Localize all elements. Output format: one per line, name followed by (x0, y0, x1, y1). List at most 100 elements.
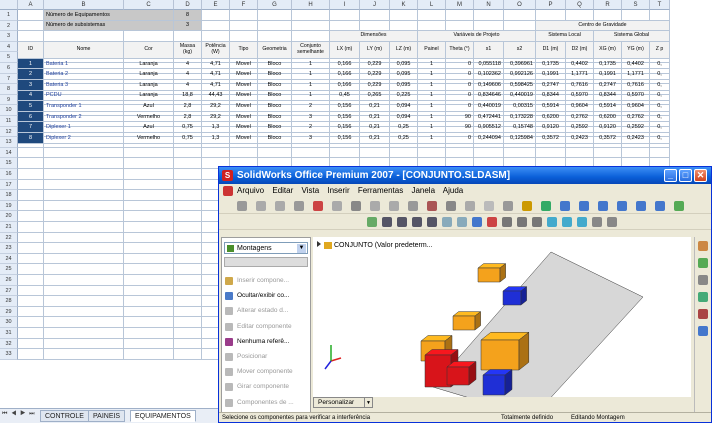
grid-cell[interactable] (622, 147, 650, 159)
grid-cell[interactable] (566, 10, 594, 21)
table-cell[interactable]: 1 (418, 111, 446, 123)
table-cell[interactable]: 0,21 (360, 122, 390, 133)
maximize-button[interactable]: □ (679, 169, 692, 182)
column-header-b[interactable]: B (44, 0, 124, 10)
row-header[interactable]: 1 (0, 10, 18, 21)
table-cell[interactable]: 0,00315 (504, 101, 536, 112)
grid-cell[interactable] (258, 20, 292, 32)
grid-cell[interactable] (44, 285, 124, 297)
row-header[interactable]: 6 (0, 63, 18, 74)
grid-cell[interactable] (18, 328, 44, 339)
table-cell[interactable]: 18,8 (174, 90, 202, 102)
grid-cell[interactable] (18, 306, 44, 318)
command-item[interactable]: Nenhuma referê... (225, 335, 289, 349)
toolbar-icon[interactable] (560, 201, 570, 211)
table-cell[interactable]: Bloco (258, 58, 292, 70)
grid-cell[interactable] (18, 10, 44, 21)
table-cell[interactable]: 0,45 (330, 90, 360, 102)
task-pane-icon[interactable] (698, 258, 708, 268)
view-icon[interactable] (487, 217, 497, 227)
column-header-s[interactable]: S (622, 0, 650, 10)
column-header-r[interactable]: R (594, 0, 622, 10)
table-cell[interactable]: 4,71 (202, 79, 230, 91)
grid-cell[interactable] (446, 147, 474, 159)
table-cell[interactable]: 6 (18, 111, 44, 123)
column-header-c[interactable]: C (124, 0, 174, 10)
title-bar[interactable]: S SolidWorks Office Premium 2007 - [CONJ… (219, 167, 711, 184)
column-header-g[interactable]: G (258, 0, 292, 10)
table-cell[interactable]: 0,166 (330, 69, 360, 80)
table-cell[interactable]: Movel (230, 132, 258, 144)
menu-editar[interactable]: Editar (272, 186, 293, 195)
grid-cell[interactable] (230, 10, 258, 21)
table-cell[interactable]: Vermelho (124, 132, 174, 144)
grid-cell[interactable] (390, 147, 418, 159)
grid-cell[interactable] (292, 10, 330, 21)
grid-cell[interactable] (174, 200, 202, 212)
table-cell[interactable]: 0,166 (330, 79, 360, 91)
grid-cell[interactable] (124, 328, 174, 339)
command-manager-select[interactable]: Montagens ▼ (224, 242, 308, 254)
grid-cell[interactable] (44, 328, 124, 339)
grid-cell[interactable] (536, 10, 566, 21)
sheet-nav-arrows[interactable]: ⏮ ◀ ▶ ⏭ (2, 411, 36, 418)
grid-cell[interactable] (174, 285, 202, 297)
table-cell[interactable]: 0,7616 (566, 79, 594, 91)
menu-ajuda[interactable]: Ajuda (443, 186, 463, 195)
table-cell[interactable]: 0,21 (360, 111, 390, 123)
table-cell[interactable]: 0,5914 (536, 101, 566, 112)
grid-cell[interactable] (124, 306, 174, 318)
table-cell[interactable]: 0,4402 (622, 58, 650, 70)
table-cell[interactable]: 0,095 (390, 58, 418, 70)
table-cell[interactable]: 4 (174, 69, 202, 80)
table-cell[interactable]: 5 (18, 101, 44, 112)
row-header[interactable]: 17 (0, 179, 18, 191)
grid-cell[interactable] (18, 31, 44, 42)
grid-cell[interactable] (44, 296, 124, 307)
table-cell[interactable]: 0,2747 (594, 79, 622, 91)
table-cell[interactable]: 0, (650, 69, 670, 80)
grid-cell[interactable] (594, 10, 622, 21)
grid-cell[interactable] (390, 10, 418, 21)
table-cell[interactable]: 0, (650, 111, 670, 123)
grid-cell[interactable] (474, 147, 504, 159)
grid-cell[interactable] (174, 169, 202, 180)
row-header[interactable]: 32 (0, 338, 18, 350)
battery-box-front[interactable] (452, 315, 476, 331)
grid-cell[interactable] (124, 243, 174, 254)
table-cell[interactable]: 0,25 (390, 122, 418, 133)
grid-cell[interactable] (360, 10, 390, 21)
grid-cell[interactable] (622, 10, 650, 21)
grid-cell[interactable] (292, 20, 330, 32)
toolbar-icon[interactable] (579, 201, 589, 211)
row-header[interactable]: 15 (0, 158, 18, 169)
table-cell[interactable]: 0,156 (330, 111, 360, 123)
table-cell[interactable]: 0,6200 (594, 111, 622, 123)
view-icon[interactable] (592, 217, 602, 227)
table-cell[interactable]: 0 (446, 79, 474, 91)
grid-cell[interactable] (124, 253, 174, 265)
table-cell[interactable]: Bloco (258, 122, 292, 133)
row-header[interactable]: 26 (0, 275, 18, 286)
transponder-box-front[interactable] (502, 290, 522, 306)
grid-cell[interactable] (124, 285, 174, 297)
table-cell[interactable]: 0,440019 (474, 101, 504, 112)
grid-cell[interactable] (44, 264, 124, 275)
table-cell[interactable]: 4 (174, 58, 202, 70)
minimize-button[interactable]: _ (664, 169, 677, 182)
diplexer-box-front[interactable] (446, 366, 470, 386)
table-cell[interactable]: 0 (446, 101, 474, 112)
toolbar-icon[interactable] (237, 201, 247, 211)
table-cell[interactable]: 0,2762 (622, 111, 650, 123)
grid-cell[interactable] (124, 169, 174, 180)
toolbar-icon[interactable] (465, 201, 475, 211)
table-cell[interactable]: 3 (292, 111, 330, 123)
table-cell[interactable]: 0,9120 (594, 122, 622, 133)
table-cell[interactable]: 0,8344 (536, 90, 566, 102)
grid-cell[interactable] (124, 190, 174, 201)
grid-cell[interactable] (44, 190, 124, 201)
table-cell[interactable]: 0,75 (174, 122, 202, 133)
table-cell[interactable]: Diplexer 2 (44, 132, 124, 144)
grid-cell[interactable] (44, 211, 124, 222)
info-value[interactable]: 8 (174, 10, 202, 21)
